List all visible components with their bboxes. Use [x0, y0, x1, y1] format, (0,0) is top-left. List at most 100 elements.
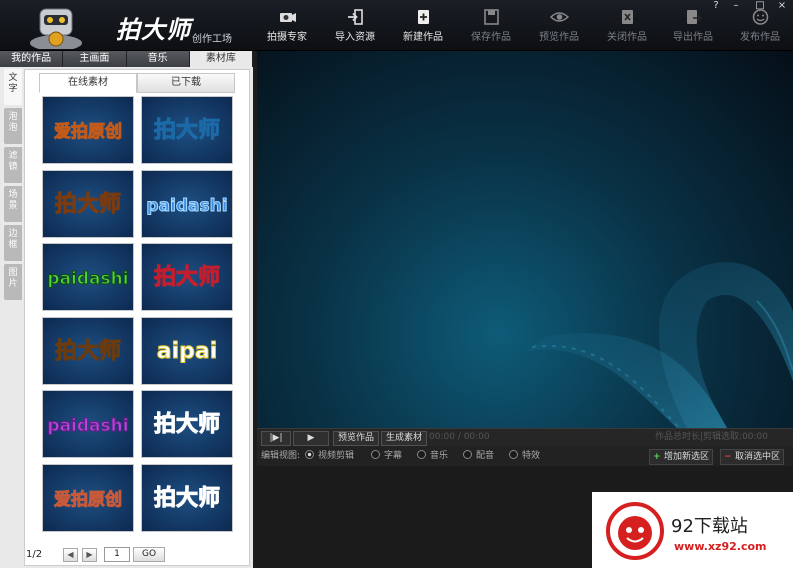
edit-view-option-0[interactable]: 视频剪辑 — [305, 450, 354, 462]
left-panel: 我的作品 主画面 音乐 素材库 文字泡泡滤镜场景边框图片 在线素材 已下载 爱拍原创拍大… — [0, 51, 253, 568]
edit-view-option-label: 音乐 — [430, 451, 449, 461]
category-tab-4[interactable]: 边框 — [4, 225, 22, 261]
radio-icon — [371, 450, 380, 459]
next-page-button[interactable]: ▶ — [82, 548, 97, 562]
toolbar-button-4[interactable]: 预览作品 — [527, 8, 591, 48]
text-effect-tile[interactable]: paidashi — [42, 243, 134, 311]
toolbar-button-label: 发布作品 — [740, 32, 780, 43]
minus-icon: − — [724, 452, 732, 462]
eye-icon — [549, 12, 569, 22]
text-effect-tile[interactable]: 拍大师 — [42, 316, 134, 385]
maximize-button[interactable]: □ — [751, 0, 769, 12]
page-number-input[interactable]: 1 — [104, 547, 130, 562]
text-effect-tile[interactable]: aipai — [141, 316, 233, 385]
toolbar-button-1[interactable]: 导入资源 — [323, 8, 387, 48]
toolbar-button-label: 导入资源 — [335, 32, 375, 43]
minimize-button[interactable]: – — [727, 0, 745, 12]
page-info: 1/2 — [26, 549, 43, 560]
toolbar-button-2[interactable]: 新建作品 — [391, 8, 455, 48]
left-tab-1[interactable]: 主画面 — [63, 51, 127, 67]
watermark-url: www.xz92.com — [674, 540, 767, 553]
toolbar-button-label: 导出作品 — [673, 32, 713, 43]
radio-icon — [509, 450, 518, 459]
radio-icon — [463, 450, 472, 459]
category-tabs: 文字泡泡滤镜场景边框图片 — [4, 69, 24, 303]
watermark-name: 92下载站 — [671, 516, 748, 537]
edit-view-option-1[interactable]: 字幕 — [371, 450, 402, 462]
tile-text: 拍大师 — [55, 338, 121, 364]
cancel-region-button[interactable]: − 取消选中区 — [720, 449, 785, 465]
edit-view-option-label: 配音 — [476, 451, 495, 461]
time-display: 00:00 / 00:00 — [429, 432, 490, 442]
add-region-label: 增加新选区 — [664, 452, 710, 462]
text-effect-tile[interactable]: 拍大师 — [141, 96, 233, 164]
edit-view-option-4[interactable]: 特效 — [509, 450, 540, 462]
add-region-button[interactable]: + 增加新选区 — [649, 449, 714, 465]
site-watermark: 92下载站 www.xz92.com — [592, 492, 793, 568]
sub-tab-1[interactable]: 已下载 — [137, 73, 235, 93]
edit-view-bar: 编辑视图: 视频剪辑 字幕 音乐 配音 特效 + 增加新选区 − 取消选中区 — [257, 446, 793, 466]
preview-work-button[interactable]: 预览作品 — [333, 431, 379, 446]
step-play-button[interactable]: |▶| — [261, 431, 291, 446]
radio-icon — [417, 450, 426, 459]
sub-tab-0[interactable]: 在线素材 — [39, 73, 137, 93]
toolbar-button-3[interactable]: 保存作品 — [459, 8, 523, 48]
text-effect-tile[interactable]: 爱拍原创 — [42, 96, 134, 164]
text-effect-tile[interactable]: paidashi — [42, 390, 134, 458]
film-reel-decoration — [527, 262, 793, 428]
close-window-button[interactable]: × — [773, 0, 791, 12]
title-bar: 拍大师 创作工场 拍摄专家 导入资源 新建作品 保存作品 预览作品 关闭作品 导出作品 发布作… — [0, 0, 793, 51]
tile-text: 拍大师 — [154, 485, 220, 511]
tile-text: 爱拍原创 — [54, 489, 122, 510]
toolbar-button-7[interactable]: 发布作品 — [728, 8, 792, 48]
edit-view-option-2[interactable]: 音乐 — [417, 450, 448, 462]
plus-icon: + — [653, 452, 661, 462]
go-button[interactable]: GO — [133, 547, 165, 562]
category-tab-1[interactable]: 泡泡 — [4, 108, 22, 144]
tile-text: 拍大师 — [154, 264, 220, 290]
left-tab-2[interactable]: 音乐 — [126, 51, 190, 67]
edit-view-option-3[interactable]: 配音 — [463, 450, 494, 462]
radio-icon — [305, 450, 314, 459]
category-tab-0[interactable]: 文字 — [4, 69, 22, 105]
text-effect-tile[interactable]: 拍大师 — [141, 463, 233, 532]
export-icon — [686, 10, 702, 24]
category-tab-5[interactable]: 图片 — [4, 264, 22, 300]
app-brand-sub: 创作工场 — [192, 34, 232, 45]
sub-tabs: 在线素材 已下载 — [39, 73, 235, 93]
text-effect-tile[interactable]: 拍大师 — [42, 169, 134, 238]
category-tab-3[interactable]: 场景 — [4, 186, 22, 222]
play-button[interactable]: ▶ — [293, 431, 329, 446]
tile-text: paidashi — [146, 196, 227, 216]
toolbar-button-6[interactable]: 导出作品 — [661, 8, 725, 48]
tile-text: paidashi — [47, 269, 128, 289]
text-effect-tile[interactable]: 拍大师 — [141, 390, 233, 458]
material-panel: 在线素材 已下载 爱拍原创 拍大师 拍大师 paidashi paidashi 拍大师 拍大师… — [24, 69, 250, 566]
tile-text: 拍大师 — [154, 411, 220, 437]
left-tab-3[interactable]: 素材库 — [189, 51, 253, 67]
generate-material-button[interactable]: 生成素材 — [381, 431, 427, 446]
text-effect-tile[interactable]: 拍大师 — [141, 243, 233, 311]
left-tab-0[interactable]: 我的作品 — [0, 51, 64, 67]
prev-page-button[interactable]: ◀ — [63, 548, 78, 562]
save-icon — [483, 9, 499, 25]
edit-view-option-label: 字幕 — [384, 451, 403, 461]
tile-text: 爱拍原创 — [54, 121, 122, 142]
toolbar-button-0[interactable]: 拍摄专家 — [255, 8, 319, 48]
tile-text: paidashi — [47, 416, 128, 436]
toolbar-button-label: 保存作品 — [471, 32, 511, 43]
preview-canvas — [257, 51, 793, 428]
camera-icon — [279, 13, 296, 22]
help-button[interactable]: ? — [707, 0, 725, 12]
edit-view-label: 编辑视图: — [261, 451, 301, 461]
toolbar-button-5[interactable]: 关闭作品 — [595, 8, 659, 48]
category-tab-2[interactable]: 滤镜 — [4, 147, 22, 183]
new-file-icon — [417, 10, 429, 24]
cancel-region-label: 取消选中区 — [735, 452, 781, 462]
text-effect-tile[interactable]: 爱拍原创 — [42, 463, 134, 532]
text-effect-tile[interactable]: paidashi — [141, 169, 233, 238]
tile-text: 拍大师 — [154, 117, 220, 143]
pager: 1/2 ◀ ▶ 1 GO — [20, 546, 240, 562]
playback-bar: |▶| ▶ 预览作品 生成素材 00:00 / 00:00 作品总时长|剪辑选取… — [257, 428, 793, 446]
tile-text: 拍大师 — [55, 191, 121, 217]
